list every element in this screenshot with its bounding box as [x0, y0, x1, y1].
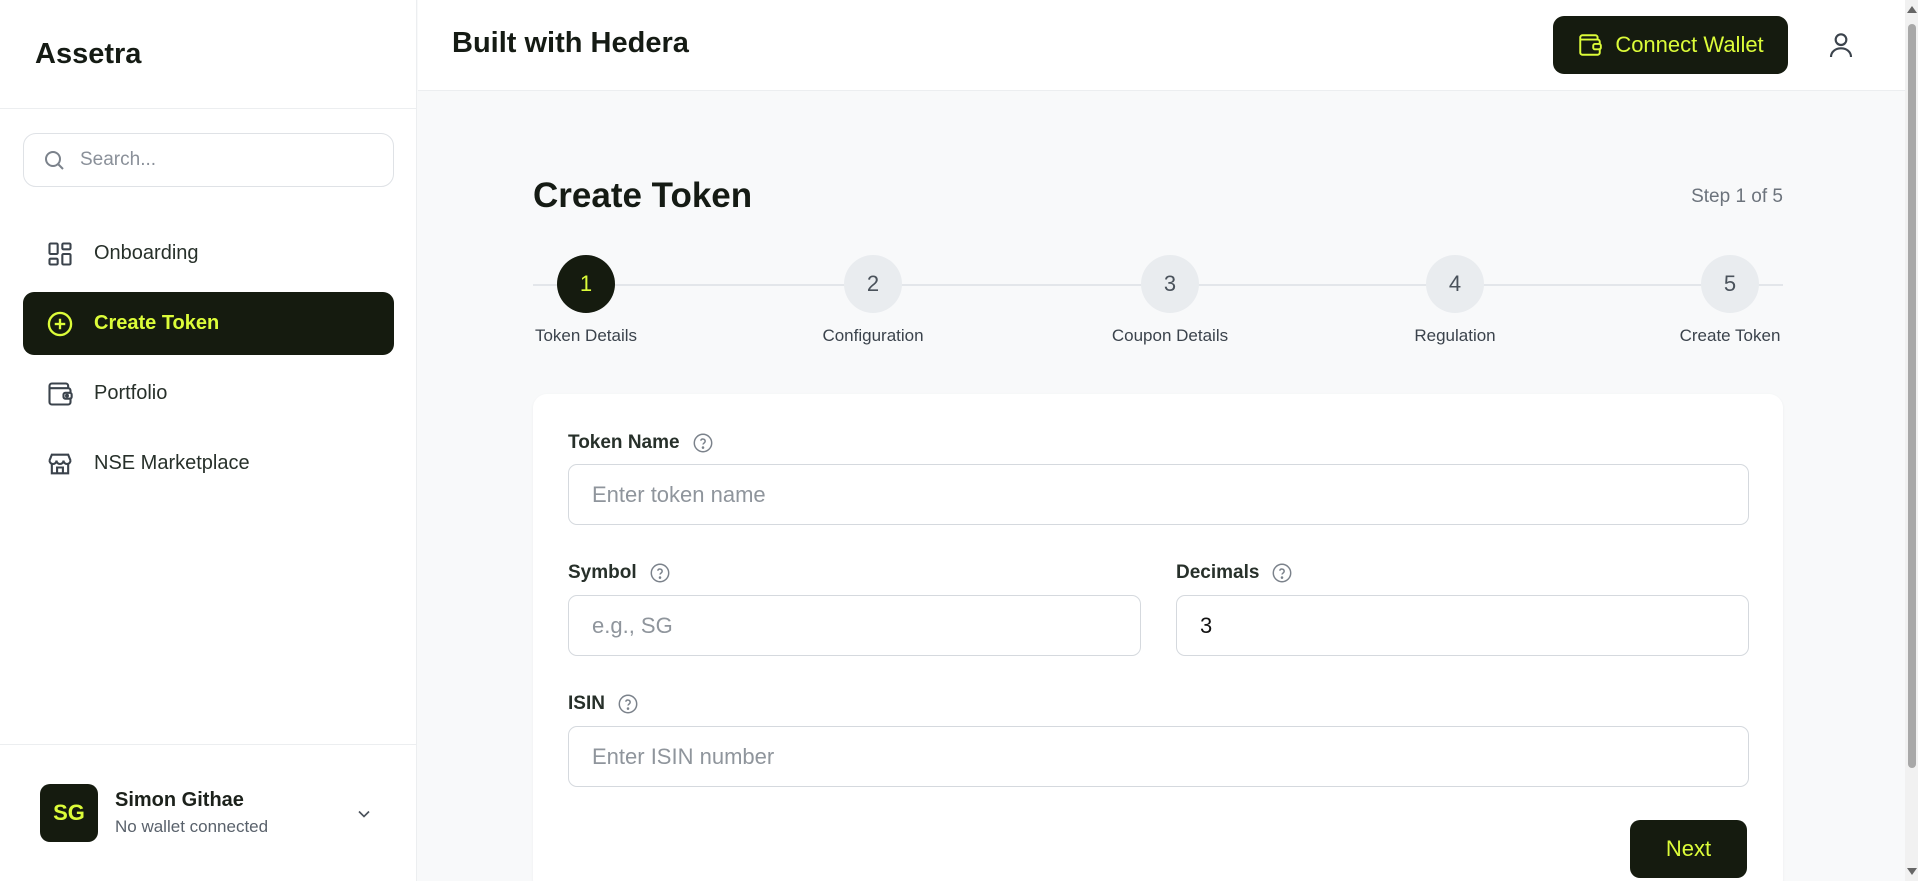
symbol-label-text: Symbol	[568, 562, 637, 583]
wallet-status: No wallet connected	[115, 817, 269, 836]
sidebar-item-onboarding[interactable]: Onboarding	[23, 222, 394, 285]
step-number: 5	[1701, 255, 1759, 313]
next-button[interactable]: Next	[1630, 820, 1747, 878]
token-name-input[interactable]	[568, 464, 1749, 525]
scroll-thumb[interactable]	[1908, 24, 1916, 768]
help-icon[interactable]	[692, 432, 714, 454]
step-1[interactable]: 1 Token Details	[506, 253, 666, 346]
search-input[interactable]	[80, 149, 370, 171]
page-title: Create Token	[533, 176, 753, 215]
step-number: 3	[1141, 255, 1199, 313]
step-5[interactable]: 5 Create Token	[1650, 253, 1810, 346]
avatar: SG	[40, 784, 98, 842]
wallet-icon	[48, 381, 73, 406]
step-label: Coupon Details	[1111, 326, 1229, 345]
scroll-up-arrow-icon[interactable]	[1907, 6, 1917, 13]
token-name-label-text: Token Name	[568, 432, 680, 453]
sidebar-nav: Onboarding Create Token Portfolio NSE Ma…	[23, 222, 394, 502]
help-icon[interactable]	[1271, 562, 1293, 584]
step-indicator: Step 1 of 5	[1691, 186, 1783, 207]
isin-input[interactable]	[568, 726, 1749, 787]
user-info: Simon Githae No wallet connected	[115, 789, 268, 837]
step-label: Token Details	[534, 326, 638, 345]
decimals-label: Decimals	[1176, 562, 1293, 584]
sidebar-item-nse-marketplace[interactable]: NSE Marketplace	[23, 432, 394, 495]
symbol-input[interactable]	[568, 595, 1141, 656]
search-icon	[45, 151, 64, 170]
sidebar: Assetra Onboarding Create Token Portfoli…	[0, 0, 417, 881]
stepper: 1 Token Details 2 Configuration 3 Coupon…	[533, 253, 1783, 348]
sidebar-item-label: Create Token	[94, 312, 220, 334]
step-3[interactable]: 3 Coupon Details	[1090, 253, 1250, 346]
decimals-input[interactable]	[1176, 595, 1749, 656]
step-number: 4	[1426, 255, 1484, 313]
chevron-down-icon[interactable]	[354, 804, 374, 824]
sidebar-item-label: NSE Marketplace	[94, 452, 250, 474]
connect-wallet-label: Connect Wallet	[1615, 32, 1764, 57]
user-name: Simon Githae	[115, 789, 244, 811]
search-box[interactable]	[23, 133, 394, 187]
symbol-label: Symbol	[568, 562, 671, 584]
token-name-label: Token Name	[568, 432, 714, 454]
step-label: Regulation	[1414, 326, 1496, 345]
step-number: 1	[557, 255, 615, 313]
sidebar-item-label: Portfolio	[94, 382, 168, 404]
sidebar-item-label: Onboarding	[94, 242, 199, 264]
sidebar-item-portfolio[interactable]: Portfolio	[23, 362, 394, 425]
help-icon[interactable]	[649, 562, 671, 584]
step-label: Create Token	[1679, 326, 1781, 345]
scroll-down-arrow-icon[interactable]	[1907, 868, 1917, 875]
header-title: Built with Hedera	[452, 27, 689, 59]
step-4[interactable]: 4 Regulation	[1375, 253, 1535, 346]
isin-label: ISIN	[568, 693, 639, 715]
step-2[interactable]: 2 Configuration	[793, 253, 953, 346]
token-details-form: Token Name Symbol Decimals ISIN Next	[533, 394, 1783, 881]
page-scrollbar[interactable]	[1905, 0, 1918, 881]
connect-wallet-button[interactable]: Connect Wallet	[1553, 16, 1788, 74]
brand-logo[interactable]: Assetra	[0, 0, 416, 109]
user-profile-icon[interactable]	[1825, 29, 1857, 61]
user-menu[interactable]: SG Simon Githae No wallet connected	[0, 744, 417, 881]
step-number: 2	[844, 255, 902, 313]
help-icon[interactable]	[617, 693, 639, 715]
store-icon	[48, 453, 72, 474]
step-label: Configuration	[822, 326, 924, 345]
isin-label-text: ISIN	[568, 693, 605, 714]
dashboard-grid-icon	[48, 241, 72, 266]
sidebar-item-create-token[interactable]: Create Token	[23, 292, 394, 355]
top-header: Built with Hedera Connect Wallet	[418, 0, 1905, 91]
decimals-label-text: Decimals	[1176, 562, 1260, 583]
wallet-icon	[1579, 34, 1603, 56]
plus-circle-icon	[47, 311, 73, 336]
